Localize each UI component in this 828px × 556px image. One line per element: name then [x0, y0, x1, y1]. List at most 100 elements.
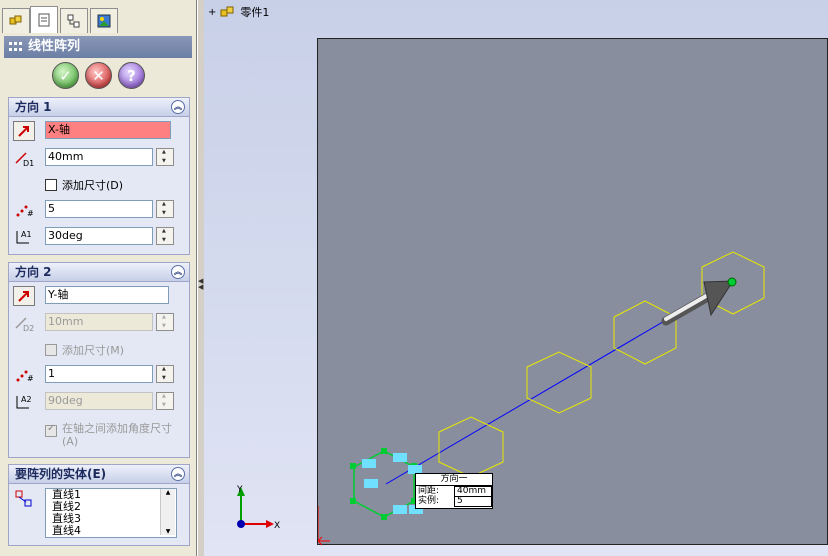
cancel-x-icon: ✕: [92, 66, 105, 85]
bodies-scrollbar[interactable]: ▲ ▼: [160, 489, 175, 535]
splitter-grip-icon[interactable]: ◀ ◀: [198, 278, 203, 291]
bodies-list[interactable]: 直线1 直线2 直线3 直线4: [45, 488, 177, 538]
sketch-viewport[interactable]: [317, 38, 828, 546]
relation-icon[interactable]: [393, 453, 407, 462]
direction2-group: 方向 2 ︽ Y-轴 D2 10mm 添加尺寸(M) # 1 A2 90deg: [8, 262, 190, 458]
direction1-spacing-field[interactable]: 40mm: [45, 148, 153, 166]
direction1-angle-field[interactable]: 30deg: [45, 227, 153, 245]
direction1-instances-field[interactable]: 5: [45, 200, 153, 218]
direction1-spacing-row: D1 40mm: [9, 147, 187, 169]
part-icon: [220, 6, 234, 17]
direction2-instances-row: # 1: [9, 364, 187, 386]
sketch-point[interactable]: [381, 448, 387, 454]
direction1-add-dim-label: 添加尺寸(D): [62, 179, 124, 192]
sketch-canvas[interactable]: [318, 39, 828, 546]
relation-icon[interactable]: [362, 459, 376, 468]
svg-text:A1: A1: [21, 230, 32, 239]
feature-title: 线性阵列: [4, 36, 192, 58]
direction2-instances-spinner[interactable]: [156, 365, 174, 383]
bodies-select-icon: [13, 489, 35, 509]
instances-icon: #: [13, 365, 35, 385]
bodies-heading: 要阵列的实体(E): [15, 467, 107, 481]
direction-arrow-handle[interactable]: [661, 280, 734, 326]
svg-text:#: #: [27, 209, 33, 218]
direction1-instances-spinner[interactable]: [156, 200, 174, 218]
direction2-axis-field[interactable]: Y-轴: [45, 286, 169, 304]
graphics-area[interactable]: + 零件1 方向一 间距: 40mm 实例: 5 Y X: [204, 0, 828, 556]
direction2-spacing-row: D2 10mm: [9, 312, 187, 334]
linear-pattern-icon: [9, 42, 22, 51]
callout-instances-row: 实例: 5: [416, 496, 492, 507]
endpoint-marker[interactable]: [727, 277, 737, 287]
direction1-add-dim-row: 添加尺寸(D): [9, 175, 187, 197]
collapse-icon[interactable]: ︽: [171, 265, 185, 279]
svg-text:A2: A2: [21, 395, 32, 404]
manager-tabs: [2, 6, 192, 34]
direction1-group: 方向 1 ︽ X-轴 D1 40mm 添加尺寸(D) # 5 A1 30deg: [8, 97, 190, 255]
add-angle-label: 在轴之间添加角度尺寸(A): [62, 422, 172, 448]
triad-x-label: X: [274, 521, 280, 531]
property-manager-panel: 线性阵列 ✓ ✕ ? 方向 1 ︽ X-轴 D1 40mm 添加尺寸(D) # …: [0, 0, 197, 556]
collapse-icon[interactable]: ︽: [171, 467, 185, 481]
bodies-group: 要阵列的实体(E) ︽ 直线1 直线2 直线3 直线4 ▲ ▼: [8, 464, 190, 546]
callout-title: 方向一: [416, 474, 492, 486]
direction1-header[interactable]: 方向 1 ︽: [9, 98, 189, 117]
cancel-button[interactable]: ✕: [85, 62, 112, 89]
direction2-instances-field[interactable]: 1: [45, 365, 153, 383]
direction2-add-dim-row: 添加尺寸(M): [9, 340, 187, 362]
relation-icon[interactable]: [364, 479, 378, 488]
view-triad: Y X: [236, 485, 280, 531]
spacing-d1-icon: D1: [13, 148, 35, 168]
angle-a2-icon: A2: [13, 392, 35, 412]
direction2-spacing-field: 10mm: [45, 313, 153, 331]
direction2-angle-field: 90deg: [45, 392, 153, 410]
direction1-angle-row: A1 30deg: [9, 226, 187, 248]
ok-button[interactable]: ✓: [52, 62, 79, 89]
spacing-d2-icon: D2: [13, 313, 35, 333]
direction1-angle-spinner[interactable]: [156, 227, 174, 245]
relation-icon[interactable]: [393, 505, 407, 514]
display-manager-icon[interactable]: [90, 8, 118, 33]
direction2-heading: 方向 2: [15, 265, 52, 279]
sketch-point[interactable]: [350, 463, 356, 469]
origin-marker: [318, 506, 330, 546]
callout-instances-value[interactable]: 5: [454, 496, 492, 507]
part-icon[interactable]: [2, 8, 30, 33]
sketch-point[interactable]: [381, 514, 387, 520]
scroll-down-icon[interactable]: ▼: [161, 528, 175, 535]
direction-callout[interactable]: 方向一 间距: 40mm 实例: 5: [415, 473, 493, 509]
direction2-angle-row: A2 90deg: [9, 391, 187, 413]
feature-tree-flyout[interactable]: + 零件1: [208, 4, 269, 20]
reverse-direction-icon[interactable]: [13, 121, 35, 141]
triad-y-label: Y: [236, 485, 243, 495]
direction1-heading: 方向 1: [15, 100, 52, 114]
feature-title-text: 线性阵列: [28, 39, 81, 54]
direction1-spacing-spinner[interactable]: [156, 148, 174, 166]
bodies-header[interactable]: 要阵列的实体(E) ︽: [9, 465, 189, 484]
svg-text:#: #: [27, 374, 33, 383]
callout-spacing-row: 间距: 40mm: [416, 486, 492, 497]
sketch-point[interactable]: [350, 498, 356, 504]
reverse-direction-icon[interactable]: [13, 286, 35, 306]
svg-text:D2: D2: [23, 324, 34, 332]
add-angle-checkbox: [45, 423, 57, 437]
direction1-axis-row: X-轴: [9, 120, 187, 142]
angle-a1-icon: A1: [13, 227, 35, 247]
expand-icon[interactable]: +: [208, 7, 216, 18]
direction1-instances-row: # 5: [9, 199, 187, 221]
action-buttons: ✓ ✕ ?: [52, 62, 152, 92]
scroll-up-icon[interactable]: ▲: [161, 489, 175, 496]
callout-spacing-label: 间距:: [418, 486, 440, 496]
direction1-add-dim-checkbox[interactable]: [45, 179, 57, 191]
direction2-axis-row: Y-轴: [9, 285, 187, 307]
direction2-header[interactable]: 方向 2 ︽: [9, 263, 189, 282]
help-button[interactable]: ?: [118, 62, 145, 89]
direction1-axis-field[interactable]: X-轴: [45, 121, 171, 139]
property-manager-icon[interactable]: [30, 6, 58, 33]
configuration-icon[interactable]: [60, 8, 88, 33]
collapse-icon[interactable]: ︽: [171, 100, 185, 114]
svg-text:D1: D1: [23, 159, 34, 167]
part-name[interactable]: 零件1: [240, 4, 269, 20]
list-item[interactable]: 直线4: [46, 525, 176, 537]
direction2-angle-spinner: [156, 392, 174, 410]
